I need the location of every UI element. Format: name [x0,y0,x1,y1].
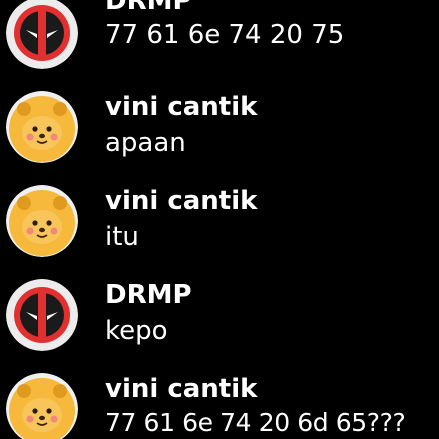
message-text: itu [105,222,139,252]
chat-message-list: DRMP 77 61 6e 74 20 75 vini cantik apaan [0,0,439,439]
bear-avatar-icon[interactable] [6,91,78,163]
sender-name: DRMP [105,280,192,310]
sender-name: DRMP [105,0,192,16]
message-text: kepo [105,316,168,346]
chat-message[interactable]: DRMP kepo [0,268,439,362]
message-text: apaan [105,128,186,158]
chat-message[interactable]: vini cantik 77 61 6e 74 20 6d 65??? [0,362,439,439]
sender-name: vini cantik [105,374,258,404]
message-text: 77 61 6e 74 20 75 [105,20,345,50]
chat-message[interactable]: vini cantik apaan [0,80,439,174]
chat-message[interactable]: vini cantik itu [0,174,439,268]
bear-avatar-icon[interactable] [6,185,78,257]
bear-avatar-icon[interactable] [6,373,78,439]
sender-name: vini cantik [105,186,258,216]
chat-message[interactable]: DRMP 77 61 6e 74 20 75 [0,0,439,80]
sender-name: vini cantik [105,92,258,122]
deadpool-avatar-icon[interactable] [6,0,78,69]
deadpool-avatar-icon[interactable] [6,279,78,351]
message-text: 77 61 6e 74 20 6d 65??? [105,408,406,437]
